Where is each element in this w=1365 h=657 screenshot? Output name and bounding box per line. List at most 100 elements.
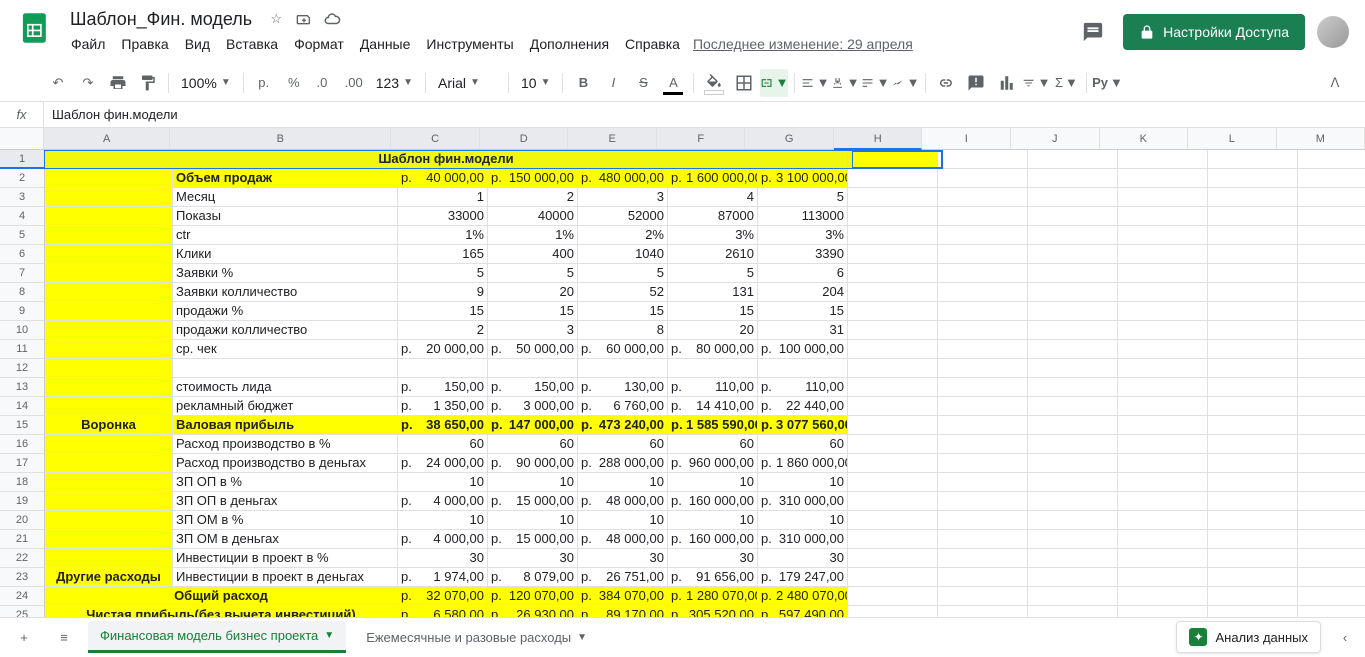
cell[interactable] bbox=[1028, 245, 1118, 264]
cell[interactable] bbox=[1118, 530, 1208, 549]
last-edit[interactable]: Последнее изменение: 29 апреля bbox=[693, 36, 913, 52]
cell[interactable]: продажи % bbox=[173, 302, 398, 321]
row-header[interactable]: 20 bbox=[0, 511, 45, 530]
cell[interactable]: 15 bbox=[488, 302, 578, 321]
cell[interactable]: Заявки % bbox=[173, 264, 398, 283]
cell[interactable] bbox=[1028, 150, 1118, 169]
paint-format-icon[interactable] bbox=[134, 69, 162, 97]
row-header[interactable]: 7 bbox=[0, 264, 45, 283]
cloud-icon[interactable] bbox=[322, 9, 342, 29]
cell[interactable] bbox=[398, 359, 488, 378]
cell[interactable] bbox=[1118, 245, 1208, 264]
cell[interactable]: 150,00 bbox=[488, 378, 578, 397]
col-header[interactable]: J bbox=[1011, 128, 1100, 150]
cell[interactable] bbox=[1118, 606, 1208, 617]
chart-button[interactable] bbox=[992, 69, 1020, 97]
cell[interactable] bbox=[938, 397, 1028, 416]
cell[interactable]: 160 000,00 bbox=[668, 530, 758, 549]
cell[interactable] bbox=[848, 606, 938, 617]
cell[interactable] bbox=[1208, 568, 1298, 587]
cell[interactable]: Клики bbox=[173, 245, 398, 264]
cell[interactable] bbox=[45, 511, 173, 530]
cell[interactable] bbox=[1028, 264, 1118, 283]
cell[interactable] bbox=[1028, 359, 1118, 378]
cell[interactable]: 150,00 bbox=[398, 378, 488, 397]
cell[interactable] bbox=[1118, 264, 1208, 283]
undo-icon[interactable]: ↶ bbox=[44, 69, 72, 97]
cell[interactable] bbox=[938, 511, 1028, 530]
cell[interactable] bbox=[848, 530, 938, 549]
cell[interactable]: 2 bbox=[488, 188, 578, 207]
cell[interactable] bbox=[938, 283, 1028, 302]
cell[interactable] bbox=[938, 169, 1028, 188]
cell[interactable] bbox=[45, 169, 173, 188]
cell[interactable] bbox=[1028, 378, 1118, 397]
percent-format[interactable]: % bbox=[280, 69, 308, 97]
redo-icon[interactable]: ↷ bbox=[74, 69, 102, 97]
sheet-tab-1[interactable]: Финансовая модель бизнес проекта▼ bbox=[88, 621, 346, 653]
borders-button[interactable] bbox=[730, 69, 758, 97]
cell[interactable]: 110,00 bbox=[758, 378, 848, 397]
cell[interactable] bbox=[1298, 530, 1365, 549]
cell[interactable] bbox=[938, 435, 1028, 454]
cell[interactable] bbox=[1118, 397, 1208, 416]
cell[interactable]: 60 bbox=[488, 435, 578, 454]
cell[interactable]: 10 bbox=[488, 511, 578, 530]
cell[interactable] bbox=[1118, 492, 1208, 511]
cell[interactable] bbox=[848, 587, 938, 606]
cell[interactable] bbox=[938, 188, 1028, 207]
cell[interactable] bbox=[1028, 492, 1118, 511]
star-icon[interactable]: ☆ bbox=[266, 9, 286, 29]
cell[interactable] bbox=[848, 264, 938, 283]
cell[interactable]: 26 751,00 bbox=[578, 568, 668, 587]
cell[interactable]: 15 bbox=[758, 302, 848, 321]
cell[interactable]: 960 000,00 bbox=[668, 454, 758, 473]
cell[interactable] bbox=[938, 416, 1028, 435]
cell[interactable] bbox=[1208, 264, 1298, 283]
all-sheets-button[interactable]: ≡ bbox=[48, 621, 80, 653]
side-panel-toggle[interactable]: ‹ bbox=[1333, 625, 1357, 649]
col-header[interactable]: C bbox=[391, 128, 480, 150]
row-header[interactable]: 10 bbox=[0, 321, 45, 340]
cell[interactable]: 32 070,00 bbox=[398, 587, 488, 606]
menu-edit[interactable]: Правка bbox=[114, 32, 175, 56]
cell[interactable]: 60 000,00 bbox=[578, 340, 668, 359]
increase-decimal-icon[interactable]: .00 bbox=[340, 69, 368, 97]
cell[interactable] bbox=[45, 188, 173, 207]
cell[interactable]: 6 bbox=[758, 264, 848, 283]
cell[interactable]: 6 580,00 bbox=[398, 606, 488, 617]
collapse-toolbar-icon[interactable]: ᐱ bbox=[1321, 69, 1349, 97]
cell[interactable]: 20 bbox=[668, 321, 758, 340]
sheets-logo[interactable] bbox=[16, 8, 56, 48]
cell[interactable]: 30 bbox=[398, 549, 488, 568]
cell[interactable] bbox=[1208, 606, 1298, 617]
cell[interactable]: 22 440,00 bbox=[758, 397, 848, 416]
cell[interactable] bbox=[1208, 416, 1298, 435]
cell[interactable] bbox=[45, 549, 173, 568]
row-header[interactable]: 8 bbox=[0, 283, 45, 302]
cell[interactable] bbox=[45, 530, 173, 549]
cell[interactable]: 1040 bbox=[578, 245, 668, 264]
menu-file[interactable]: Файл bbox=[64, 32, 112, 56]
cell[interactable]: 1% bbox=[398, 226, 488, 245]
cell[interactable] bbox=[1208, 283, 1298, 302]
cell[interactable]: 30 bbox=[488, 549, 578, 568]
cell[interactable]: 150 000,00 bbox=[488, 169, 578, 188]
cell[interactable] bbox=[1118, 207, 1208, 226]
cell[interactable]: 4 bbox=[668, 188, 758, 207]
cell[interactable] bbox=[848, 473, 938, 492]
row-header[interactable]: 25 bbox=[0, 606, 45, 617]
cell[interactable]: Месяц bbox=[173, 188, 398, 207]
fill-color-button[interactable] bbox=[700, 69, 728, 97]
cell[interactable] bbox=[1028, 321, 1118, 340]
cell[interactable]: 20 000,00 bbox=[398, 340, 488, 359]
cell[interactable] bbox=[1028, 568, 1118, 587]
cell[interactable]: Инвестиции в проект в деньгах bbox=[173, 568, 398, 587]
bold-button[interactable]: B bbox=[569, 69, 597, 97]
row-header[interactable]: 4 bbox=[0, 207, 45, 226]
cell[interactable] bbox=[1118, 587, 1208, 606]
cell[interactable] bbox=[1208, 321, 1298, 340]
cell[interactable]: 10 bbox=[488, 473, 578, 492]
cell[interactable] bbox=[938, 568, 1028, 587]
cell[interactable]: 4 000,00 bbox=[398, 492, 488, 511]
